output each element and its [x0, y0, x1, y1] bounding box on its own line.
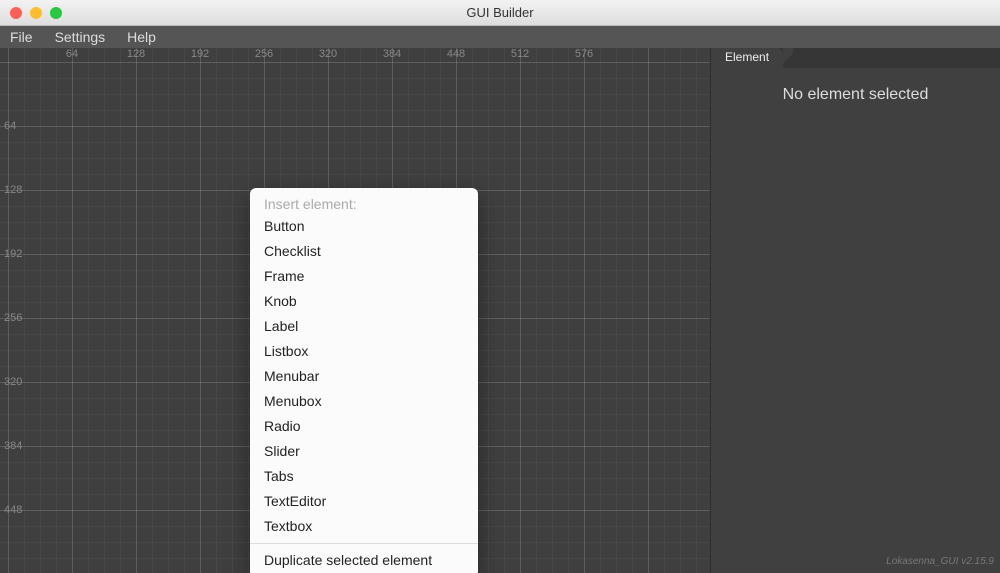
ruler-y-tick: 128	[4, 184, 22, 196]
ruler-x-tick: 384	[383, 48, 401, 60]
ruler-y-tick: 256	[4, 312, 22, 324]
titlebar: GUI Builder	[0, 0, 1000, 26]
ruler-vertical: 64 128 192 256 320 384 448	[0, 48, 30, 573]
ruler-x-tick: 448	[447, 48, 465, 60]
window-title: GUI Builder	[0, 5, 1000, 20]
context-menu-separator	[250, 543, 478, 544]
menubar: File Settings Help	[0, 26, 1000, 48]
ruler-x-tick: 256	[255, 48, 273, 60]
tab-element[interactable]: Element	[711, 48, 783, 68]
menu-help[interactable]: Help	[123, 28, 160, 46]
context-menu-item-button[interactable]: Button	[250, 214, 478, 239]
context-menu-item-frame[interactable]: Frame	[250, 264, 478, 289]
context-menu-item-tabs[interactable]: Tabs	[250, 464, 478, 489]
ruler-x-tick: 192	[191, 48, 209, 60]
menu-file[interactable]: File	[6, 28, 37, 46]
context-menu-item-duplicate[interactable]: Duplicate selected element	[250, 548, 478, 573]
context-menu-item-textbox[interactable]: Textbox	[250, 514, 478, 539]
context-menu-item-listbox[interactable]: Listbox	[250, 339, 478, 364]
ruler-x-tick: 320	[319, 48, 337, 60]
ruler-y-tick: 320	[4, 376, 22, 388]
context-menu-item-radio[interactable]: Radio	[250, 414, 478, 439]
context-menu-header: Insert element:	[250, 192, 478, 214]
panel-tabs: Element	[711, 48, 1000, 68]
properties-panel: Element No element selected Lokasenna_GU…	[710, 48, 1000, 573]
context-menu-item-checklist[interactable]: Checklist	[250, 239, 478, 264]
ruler-x-tick: 576	[575, 48, 593, 60]
ruler-x-tick: 128	[127, 48, 145, 60]
version-label: Lokasenna_GUI v2.15.9	[886, 556, 994, 567]
ruler-horizontal: 64 128 192 256 320 384 448 512 576	[0, 48, 710, 62]
menu-settings[interactable]: Settings	[51, 28, 110, 46]
context-menu-item-menubar[interactable]: Menubar	[250, 364, 478, 389]
ruler-x-tick: 64	[66, 48, 78, 60]
context-menu-item-knob[interactable]: Knob	[250, 289, 478, 314]
ruler-y-tick: 448	[4, 504, 22, 516]
context-menu: Insert element: Button Checklist Frame K…	[250, 188, 478, 573]
context-menu-item-label[interactable]: Label	[250, 314, 478, 339]
ruler-y-tick: 384	[4, 440, 22, 452]
canvas-area[interactable]: 64 128 192 256 320 384 448 512 576 64 12…	[0, 48, 710, 573]
ruler-y-tick: 192	[4, 248, 22, 260]
ruler-y-tick: 64	[4, 120, 16, 132]
context-menu-item-slider[interactable]: Slider	[250, 439, 478, 464]
context-menu-item-menubox[interactable]: Menubox	[250, 389, 478, 414]
no-selection-message: No element selected	[711, 86, 1000, 104]
ruler-x-tick: 512	[511, 48, 529, 60]
context-menu-item-texteditor[interactable]: TextEditor	[250, 489, 478, 514]
